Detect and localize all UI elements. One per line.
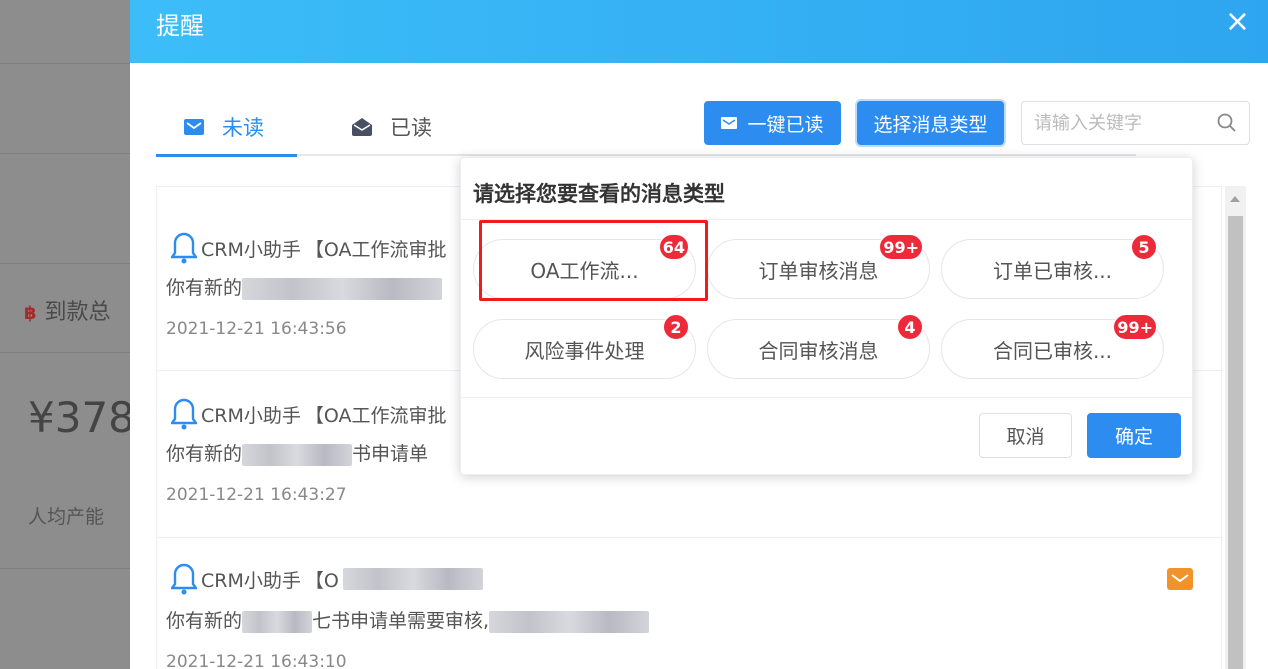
redacted-text (242, 610, 313, 633)
count-badge: 2 (663, 314, 689, 340)
label: 到款总 (44, 300, 111, 325)
mark-all-read-button[interactable]: 一键已读 (704, 101, 841, 145)
sender: CRM小助手 (201, 569, 301, 592)
bitcoin-icon: ฿ (24, 303, 37, 324)
select-message-type-button[interactable]: 选择消息类型 (857, 101, 1004, 145)
bell-icon (171, 563, 197, 595)
chip-label: 订单审核消息 (758, 258, 879, 283)
type-chip-order-reviewed[interactable]: 订单已审核... 5 (941, 234, 1164, 299)
mail-open-icon (352, 118, 372, 136)
background-page: ฿ 到款总 ¥378 人均产能 (0, 0, 135, 669)
message-body-tail: 七书申请单需要审核, (312, 610, 490, 632)
tab-label: 已读 (390, 116, 432, 140)
dialog-title: 提醒 (156, 12, 204, 40)
chip-label: 合同已审核... (992, 338, 1113, 363)
subject: 【O (304, 569, 339, 592)
message-body: 你有新的 (166, 277, 243, 299)
search-box (1021, 101, 1250, 145)
chip-label: 订单已审核... (992, 258, 1113, 283)
payment-total-label: ฿ 到款总 (24, 294, 111, 326)
confirm-button[interactable]: 确定 (1087, 413, 1181, 458)
tab-unread[interactable]: 未读 (156, 112, 297, 157)
chip-label: OA工作流... (530, 258, 639, 283)
sender: CRM小助手 (201, 238, 301, 261)
popover-title: 请选择您要查看的消息类型 (473, 182, 725, 206)
cancel-button[interactable]: 取消 (979, 413, 1072, 458)
mail-icon (184, 119, 204, 135)
divider (0, 568, 130, 569)
search-icon[interactable] (1217, 113, 1237, 133)
scrollbar[interactable] (1225, 186, 1246, 669)
count-badge: 99+ (1113, 314, 1157, 340)
bell-icon (171, 232, 197, 264)
button-label: 一键已读 (747, 113, 824, 136)
type-chip-risk-event[interactable]: 风险事件处理 2 (473, 314, 696, 379)
divider (0, 153, 130, 154)
mail-icon (721, 117, 738, 129)
divider (0, 63, 130, 64)
count-badge: 64 (658, 234, 689, 260)
message-body: 你有新的 (166, 443, 243, 465)
scrollbar-thumb[interactable] (1228, 216, 1243, 669)
redacted-text (242, 277, 443, 300)
sender: CRM小助手 (201, 404, 301, 427)
scroll-up-arrow-icon[interactable] (1230, 196, 1240, 202)
timestamp: 2021-12-21 16:43:10 (166, 652, 347, 669)
message-body-tail: 书申请单 (352, 443, 429, 465)
chip-label: 合同审核消息 (758, 338, 879, 363)
list-item[interactable]: CRM小助手 【O 你有新的 七书申请单需要审核, 2021-12-21 16:43… (157, 538, 1223, 669)
tab-read[interactable]: 已读 (352, 112, 432, 142)
redacted-text (342, 568, 483, 590)
chip-label: 风险事件处理 (524, 338, 645, 363)
timestamp: 2021-12-21 16:43:27 (166, 485, 347, 505)
message-body: 你有新的 (166, 610, 243, 632)
active-tab-indicator (156, 154, 297, 157)
type-chip-oa-workflow[interactable]: OA工作流... 64 (473, 234, 696, 299)
count-badge: 4 (897, 314, 923, 340)
unread-mail-icon[interactable] (1167, 568, 1193, 590)
search-input[interactable] (1034, 112, 1217, 134)
redacted-text (489, 610, 650, 633)
type-chip-contract-review[interactable]: 合同审核消息 4 (707, 314, 930, 379)
message-type-popover: 请选择您要查看的消息类型 OA工作流... 64 订单审核消息 99+ 订单已审核.… (460, 157, 1194, 475)
bell-icon (171, 398, 197, 430)
redacted-text (242, 443, 353, 466)
type-chip-contract-reviewed[interactable]: 合同已审核... 99+ (941, 314, 1164, 379)
divider (0, 263, 130, 264)
dialog-header: 提醒 × (130, 0, 1268, 63)
tab-label: 未读 (222, 116, 264, 140)
payment-total-value: ¥378 (28, 393, 135, 442)
count-badge: 5 (1131, 234, 1157, 260)
divider (0, 352, 130, 353)
divider (461, 219, 1194, 220)
subject: 【OA工作流审批 (304, 238, 447, 261)
type-chip-order-review[interactable]: 订单审核消息 99+ (707, 234, 930, 299)
timestamp: 2021-12-21 16:43:56 (166, 319, 347, 339)
count-badge: 99+ (879, 234, 923, 260)
per-capita-label: 人均产能 (28, 506, 105, 528)
subject: 【OA工作流审批 (304, 404, 447, 427)
close-icon[interactable]: × (1225, 4, 1250, 39)
divider (461, 397, 1194, 398)
